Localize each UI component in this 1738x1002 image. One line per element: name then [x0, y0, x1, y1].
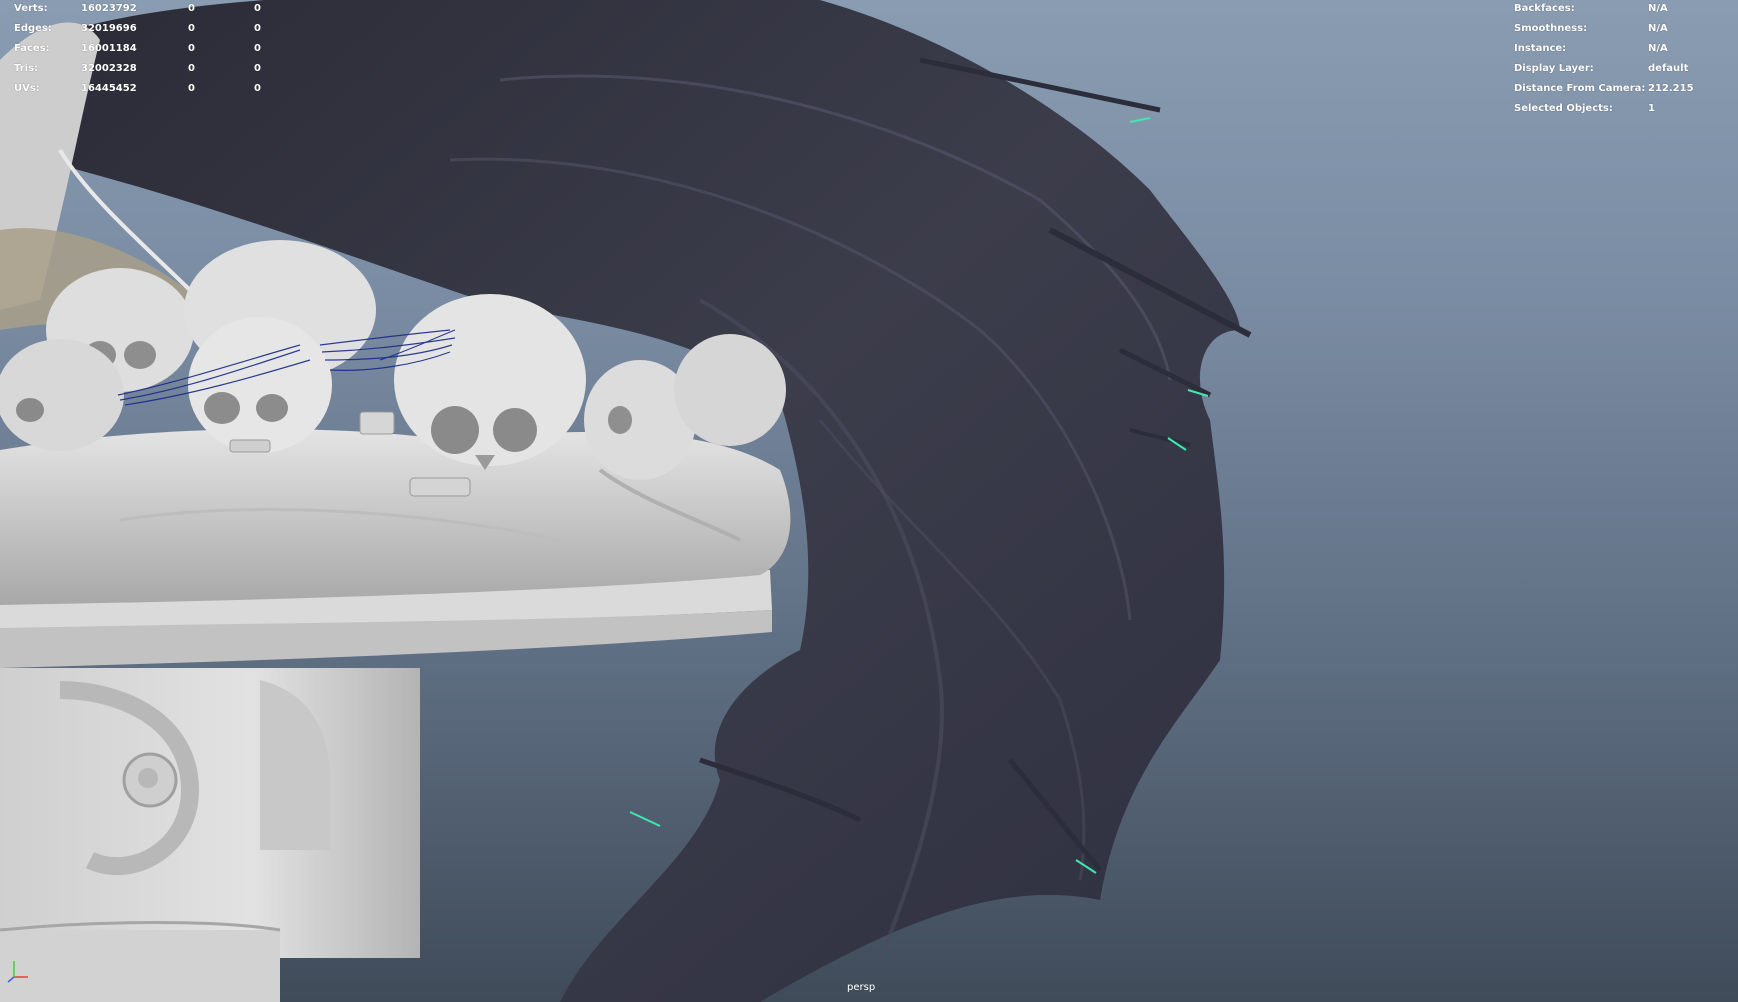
hud-value: 0	[254, 43, 261, 54]
hud-label: UVs:	[14, 83, 40, 94]
hud-value: 0	[254, 23, 261, 34]
hud-value: 0	[254, 3, 261, 14]
hud-value: N/A	[1648, 3, 1668, 14]
skull[interactable]	[674, 334, 786, 446]
hud-row-distance: Distance From Camera: 212.215	[1514, 79, 1734, 99]
poly-count-hud: Verts: 16023792 0 0 Edges: 32019696 0 0 …	[14, 0, 294, 99]
hud-row-tris: Tris: 32002328 0 0	[14, 59, 294, 79]
hud-label: Distance From Camera:	[1514, 83, 1646, 94]
hud-label: Verts:	[14, 3, 48, 14]
skull[interactable]	[188, 317, 332, 453]
skull-jaw	[359, 411, 395, 435]
hud-value: N/A	[1648, 23, 1668, 34]
hud-value: 16023792	[81, 3, 137, 14]
hud-value: 1	[1648, 103, 1655, 114]
hud-value: 0	[188, 23, 195, 34]
hud-value: 212.215	[1648, 83, 1694, 94]
xyz-axis-icon	[7, 961, 28, 983]
hud-value: 0	[188, 83, 195, 94]
hud-value: 0	[254, 83, 261, 94]
hud-value: default	[1648, 63, 1689, 74]
hud-label: Tris:	[14, 63, 39, 74]
camera-name-label: persp	[847, 982, 876, 993]
hud-label: Smoothness:	[1514, 23, 1588, 34]
scene-render[interactable]	[0, 0, 1738, 1002]
hud-value: 32002328	[81, 63, 137, 74]
hud-label: Display Layer:	[1514, 63, 1594, 74]
viewport-panel[interactable]: Verts: 16023792 0 0 Edges: 32019696 0 0 …	[0, 0, 1738, 1002]
hud-row-faces: Faces: 16001184 0 0	[14, 39, 294, 59]
skull[interactable]	[0, 339, 124, 451]
hud-value: N/A	[1648, 43, 1668, 54]
hud-label: Edges:	[14, 23, 52, 34]
hud-value: 0	[188, 3, 195, 14]
hud-label: Backfaces:	[1514, 3, 1575, 14]
hud-row-display-layer: Display Layer: default	[1514, 59, 1734, 79]
hud-row-uvs: UVs: 16445452 0 0	[14, 79, 294, 99]
hud-value: 0	[188, 43, 195, 54]
hud-value: 0	[188, 63, 195, 74]
hud-label: Instance:	[1514, 43, 1567, 54]
hud-label: Selected Objects:	[1514, 103, 1613, 114]
hud-row-verts: Verts: 16023792 0 0	[14, 0, 294, 19]
hud-value: 32019696	[81, 23, 137, 34]
hud-value: 16001184	[81, 43, 137, 54]
hud-row-smoothness: Smoothness: N/A	[1514, 19, 1734, 39]
object-details-hud: Backfaces: N/A Smoothness: N/A Instance:…	[1514, 0, 1734, 119]
hud-value: 16445452	[81, 83, 137, 94]
hud-row-edges: Edges: 32019696 0 0	[14, 19, 294, 39]
hud-label: Faces:	[14, 43, 50, 54]
hud-row-backfaces: Backfaces: N/A	[1514, 0, 1734, 19]
hud-row-selected: Selected Objects: 1	[1514, 99, 1734, 119]
hud-value: 0	[254, 63, 261, 74]
hud-row-instance: Instance: N/A	[1514, 39, 1734, 59]
